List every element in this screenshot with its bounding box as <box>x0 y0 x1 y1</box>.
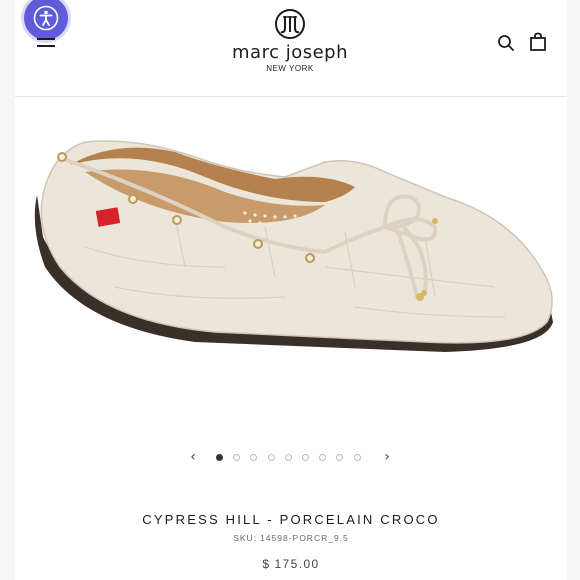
site-header: marc joseph NEW YORK <box>15 0 567 97</box>
accessibility-button[interactable] <box>24 0 68 40</box>
price-value: 175.00 <box>274 557 320 571</box>
carousel-dot-7[interactable] <box>319 454 327 461</box>
brand-city: NEW YORK <box>266 64 314 73</box>
product-info: CYPRESS HILL - PORCELAIN CROCO SKU: 14598… <box>15 512 567 571</box>
menu-button[interactable] <box>37 38 55 48</box>
product-image-loafer <box>34 140 554 352</box>
carousel-dot-5[interactable] <box>284 454 292 461</box>
carousel-dot-1[interactable] <box>216 454 223 461</box>
search-icon <box>498 35 514 51</box>
brand-logo[interactable]: marc joseph NEW YORK <box>220 8 360 73</box>
cart-button[interactable] <box>529 32 547 52</box>
accessibility-icon <box>33 5 59 31</box>
carousel-dot-2[interactable] <box>233 454 241 461</box>
product-image-gallery[interactable] <box>15 97 567 442</box>
sku-value: 14598-PORCR_9.5 <box>260 533 349 543</box>
carousel-dot-4[interactable] <box>267 454 275 461</box>
shopping-bag-icon <box>530 32 546 51</box>
carousel-dot-6[interactable] <box>302 454 309 461</box>
product-title: CYPRESS HILL - PORCELAIN CROCO <box>142 512 440 527</box>
image-carousel-nav: ‹ › <box>15 448 567 468</box>
menu-icon-line <box>37 45 55 47</box>
sku-label: SKU: <box>233 533 258 543</box>
product-price: $175.00 <box>15 557 567 571</box>
search-button[interactable] <box>497 34 515 52</box>
carousel-dot-8[interactable] <box>336 454 344 461</box>
carousel-dot-9[interactable] <box>353 454 361 461</box>
carousel-next-button[interactable]: › <box>379 448 395 466</box>
brand-name: marc joseph <box>232 42 348 63</box>
carousel-dot-3[interactable] <box>250 454 258 461</box>
product-sku: SKU: 14598-PORCR_9.5 <box>15 533 567 543</box>
carousel-prev-button[interactable]: ‹ <box>185 448 201 466</box>
product-page: marc joseph NEW YORK ‹ › CYPRESS HILL - … <box>15 0 567 580</box>
price-currency: $ <box>262 557 271 571</box>
menu-icon-line <box>37 38 55 40</box>
brand-monogram-icon <box>275 9 305 39</box>
